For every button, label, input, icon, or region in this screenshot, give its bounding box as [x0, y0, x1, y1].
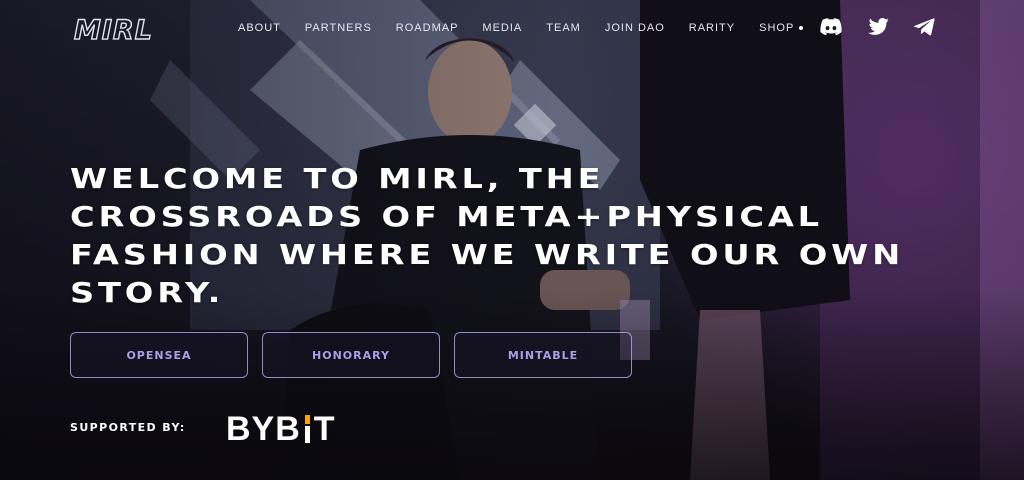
discord-icon — [820, 18, 842, 36]
supported-by-label: SUPPORTED BY: — [70, 421, 186, 434]
logo-text: MIRL — [74, 15, 153, 46]
nav-partners[interactable]: PARTNERS — [305, 21, 372, 35]
nav-separator-dot — [799, 26, 803, 30]
bybit-logo-bar — [304, 415, 310, 443]
bybit-logo-text-end: T — [313, 409, 336, 448]
nav-shop[interactable]: SHOP — [759, 21, 794, 35]
mintable-button[interactable]: MINTABLE — [454, 332, 632, 378]
telegram-link[interactable] — [912, 16, 936, 38]
honorary-button[interactable]: HONORARY — [262, 332, 440, 378]
mirl-logo-mark: MIRL — [73, 14, 153, 46]
bybit-logo[interactable]: BYB T — [226, 409, 336, 448]
telegram-icon — [913, 18, 935, 36]
discord-link[interactable] — [819, 16, 843, 38]
twitter-link[interactable] — [866, 16, 890, 38]
nav-join-dao[interactable]: JOIN DAO — [605, 21, 665, 35]
nav-rarity[interactable]: RARITY — [689, 21, 735, 35]
bybit-logo-text-start: BYB — [226, 409, 301, 448]
twitter-icon — [867, 18, 889, 35]
mirl-logo[interactable]: MIRL — [72, 12, 168, 46]
opensea-button[interactable]: OPENSEA — [70, 332, 248, 378]
nav-about[interactable]: ABOUT — [238, 21, 281, 35]
nav-media[interactable]: MEDIA — [482, 21, 522, 35]
main-menu: ABOUT PARTNERS ROADMAP MEDIA TEAM JOIN D… — [226, 21, 806, 35]
nav-roadmap[interactable]: ROADMAP — [396, 21, 459, 35]
hero-headline: WELCOME TO MIRL, THE CROSSROADS OF META+… — [70, 162, 905, 309]
top-nav: MIRL ABOUT PARTNERS ROADMAP MEDIA TEAM J… — [0, 0, 1024, 58]
nav-team[interactable]: TEAM — [546, 21, 581, 35]
